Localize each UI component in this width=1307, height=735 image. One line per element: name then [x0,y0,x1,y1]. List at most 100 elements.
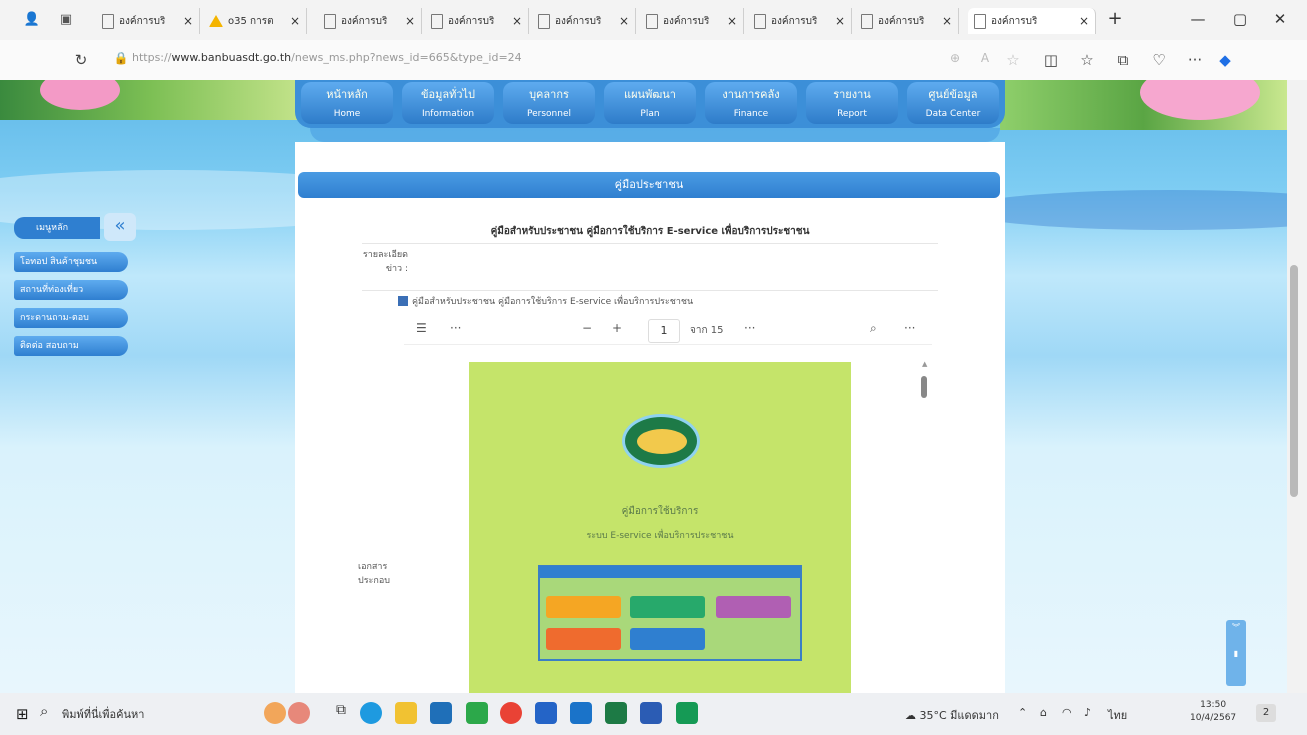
profile-icon[interactable]: 👤 [22,10,42,30]
close-tab-icon[interactable]: × [835,14,845,28]
attachment-label: เอกสารประกอบ [358,562,390,586]
nav-item-english-label: Plan [640,109,660,119]
lock-icon[interactable]: 🔒 [110,51,132,65]
nav-item-english-label: Home [333,109,361,119]
close-tab-icon[interactable]: × [942,14,952,28]
close-tab-icon[interactable]: × [290,14,300,28]
nav-item-english-label: Data Center [925,109,981,119]
nav-item[interactable]: บุคลากร Personnel [503,82,595,124]
pdf-more-left[interactable]: ··· [450,321,461,335]
close-tab-icon[interactable]: × [619,14,629,28]
tab-title: องค์การบริ [878,15,925,27]
wifi-icon[interactable]: ◠ [1062,706,1072,719]
browser-tab[interactable]: องค์การบริ × [748,8,852,34]
contents-icon[interactable]: ☰ [416,321,427,335]
page-total: จาก 15 [690,325,724,336]
nav-item[interactable]: แผนพัฒนา Plan [604,82,696,124]
side-menu-item[interactable]: ติดต่อ สอบถาม [14,336,128,356]
browser-tab[interactable]: องค์การบริ × [96,8,200,34]
nav-item[interactable]: ข้อมูลทั่วไป Information [402,82,494,124]
network-icon[interactable]: ⌂ [1040,706,1047,719]
close-tab-icon[interactable]: × [727,14,737,28]
url-field[interactable]: https://www.banbuasdt.go.th/news_ms.php?… [132,51,522,64]
zoom-out-button[interactable]: − [582,321,592,335]
browser-tab[interactable]: องค์การบริ × [855,8,959,34]
pdf-scroll-up-icon[interactable]: ▲ [922,360,927,368]
photos-icon[interactable] [570,702,592,724]
browser-tab[interactable]: o35 การต × [203,8,307,34]
nav-item[interactable]: ศูนย์ข้อมูล Data Center [907,82,999,124]
minimize-button[interactable]: — [1186,10,1210,28]
store-icon[interactable] [676,702,698,724]
file-explorer-icon[interactable] [395,702,417,724]
side-menu-item[interactable]: กระดานถาม-ตอบ [14,308,128,328]
powershell-icon[interactable] [535,702,557,724]
section-title: คู่มือประชาชน [298,172,1000,198]
browser-tab[interactable]: องค์การบริ × [425,8,529,34]
widget-icon[interactable] [288,702,310,724]
restore-button[interactable]: ▢ [1228,10,1252,28]
page-scrollbar-thumb[interactable] [1290,265,1298,497]
volume-icon[interactable]: ♪ [1084,706,1091,719]
nav-item[interactable]: รายงาน Report [806,82,898,124]
browser-tab[interactable]: องค์การบริ × [640,8,744,34]
pdf-page-heading: คู่มือการใช้บริการ [621,506,699,517]
collections-icon[interactable]: ⧉ [1112,51,1134,69]
edge-icon[interactable] [360,702,382,724]
taskbar-search[interactable]: พิมพ์ที่นี่เพื่อค้นหา [62,705,144,723]
browser-tab[interactable]: องค์การบริ × [968,8,1096,34]
word-icon[interactable] [640,702,662,724]
close-tab-icon[interactable]: × [405,14,415,28]
attachment-link[interactable]: คู่มือสำหรับประชาชน คู่มือการใช้บริการ E… [398,294,693,308]
pdf-scrollbar-thumb[interactable] [921,376,927,398]
side-menu-item[interactable]: โอทอป สินค้าชุมชน [14,252,128,272]
tab-title: องค์การบริ [771,15,818,27]
nav-item[interactable]: งานการคลัง Finance [705,82,797,124]
nav-item[interactable]: หน้าหลัก Home [301,82,393,124]
more-menu-icon[interactable]: ··· [1184,51,1206,69]
weather-widget[interactable]: ☁ 35°C มีแดดมาก [905,706,999,724]
new-tab-button[interactable]: + [1103,8,1127,29]
nav-item-english-label: Personnel [527,109,571,119]
browser-essentials-icon[interactable]: ♡ [1148,51,1170,69]
close-tab-icon[interactable]: × [1079,14,1089,28]
refresh-icon[interactable]: ↻ [70,51,92,69]
page-icon [324,13,336,29]
show-hidden-icons[interactable]: ⌃ [1018,706,1027,719]
side-menu-item[interactable]: สถานที่ท่องเที่ยว [14,280,128,300]
close-tab-icon[interactable]: × [183,14,193,28]
browser-tab[interactable]: องค์การบริ × [318,8,422,34]
favorite-star-icon[interactable]: ☆ [1002,51,1024,69]
favorites-icon[interactable]: ☆ [1076,51,1098,69]
mail-icon[interactable] [430,702,452,724]
tab-actions-icon[interactable]: ▣ [56,10,76,30]
search-icon[interactable]: ⌕ [40,702,48,720]
line-icon[interactable] [466,702,488,724]
tab-title: องค์การบริ [663,15,710,27]
windows-start-icon[interactable]: ⊞ [16,705,29,723]
excel-icon[interactable] [605,702,627,724]
back-to-top-button[interactable]: ︾ ▮ [1226,620,1246,686]
pdf-more-center[interactable]: ··· [744,321,755,335]
copilot-icon[interactable]: ◆ [1214,51,1236,69]
notification-icon[interactable]: 2 [1256,704,1276,722]
task-view-icon[interactable]: ⧉ [330,702,352,724]
browser-tab[interactable]: องค์การบริ × [532,8,636,34]
widget-icon[interactable] [264,702,286,724]
pdf-search-icon[interactable]: ⌕ [870,321,877,336]
collapse-menu-button[interactable]: « [104,213,136,241]
zoom-in-button[interactable]: + [612,321,622,335]
tab-title: o35 การต [228,15,274,27]
close-tab-icon[interactable]: × [512,14,522,28]
page-icon [538,13,550,29]
tab-title: องค์การบริ [991,15,1038,27]
chrome-icon[interactable] [500,702,522,724]
read-aloud-icon[interactable]: A [974,51,996,65]
language-indicator[interactable]: ไทย [1108,706,1127,724]
clock[interactable]: 13:50 10/4/2567 [1190,699,1236,725]
pdf-more-right[interactable]: ··· [904,321,915,335]
zoom-icon[interactable]: ⊕ [944,51,966,65]
close-window-button[interactable]: ✕ [1268,10,1292,28]
page-number-input[interactable]: 1 [648,319,680,343]
split-screen-icon[interactable]: ◫ [1040,51,1062,69]
